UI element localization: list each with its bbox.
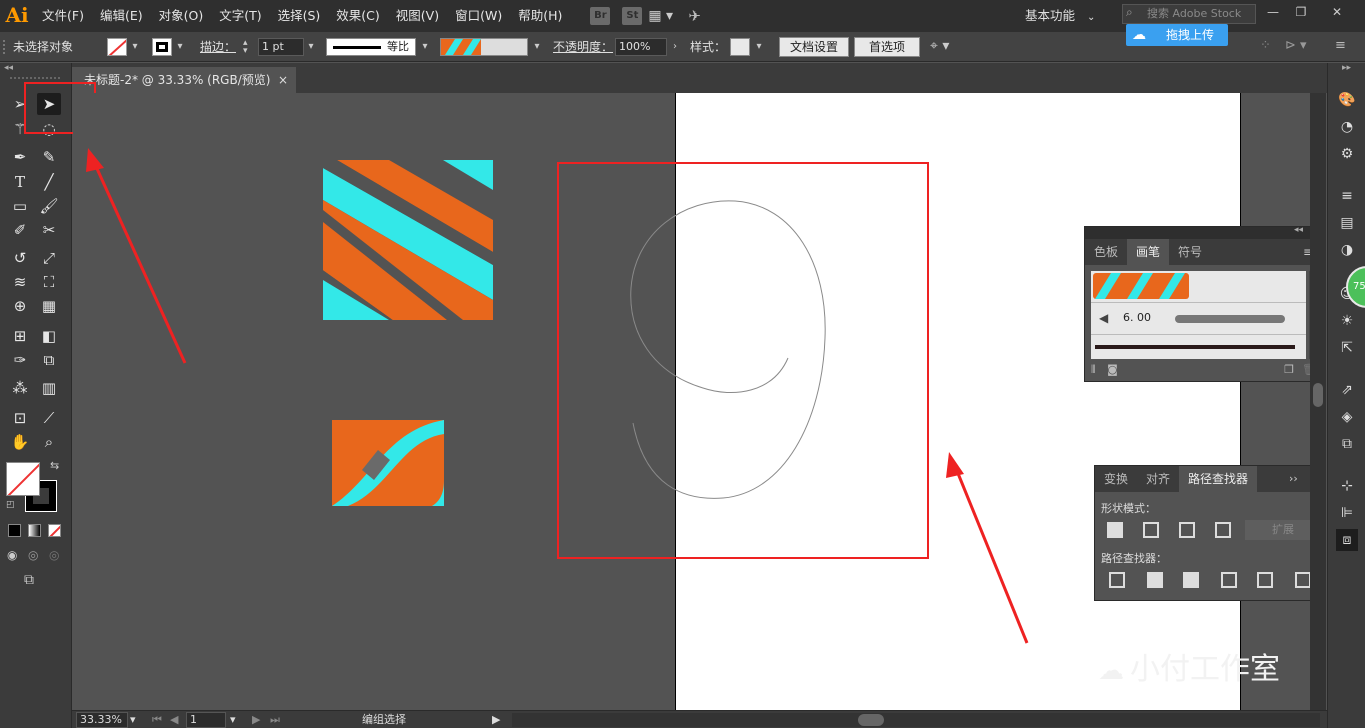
pathfinders-label: 路径查找器： <box>1101 552 1167 565</box>
exclude-icon[interactable] <box>1215 522 1231 538</box>
minus-front-icon[interactable] <box>1143 522 1159 538</box>
libraries-panel-icon[interactable]: ◙ <box>1107 363 1118 376</box>
asset-export-icon[interactable]: ⇗ <box>1336 379 1358 401</box>
right-panel-dock: ▸▸ 🎨 ◔ ⚙ ≡ ▤ ◑ ☺ ☀ ⇱ ⇗ ◈ ⧉ ⊹ ⊫ ⧈ <box>1327 63 1365 728</box>
new-brush-icon[interactable]: ❐ <box>1284 363 1294 376</box>
transform-panel-icon[interactable]: ⊹ <box>1336 475 1358 497</box>
color-guide-icon[interactable]: ◔ <box>1336 116 1358 138</box>
unite-icon[interactable] <box>1107 522 1123 538</box>
horizontal-scroll-thumb[interactable] <box>858 714 884 726</box>
vertical-scroll-thumb[interactable] <box>1313 383 1323 407</box>
outline-icon[interactable] <box>1257 572 1273 588</box>
cc-libraries-icon[interactable]: ⚙ <box>1336 143 1358 165</box>
first-artboard-icon[interactable]: ⏮ <box>152 711 162 728</box>
pattern-brush-item[interactable] <box>1091 271 1306 303</box>
panel-collapse-bar: ◂◂ ✕ <box>1085 225 1323 239</box>
align-panel-icon[interactable]: ⊫ <box>1336 502 1358 524</box>
intersect-icon[interactable] <box>1179 522 1195 538</box>
gradient-panel-icon[interactable]: ▤ <box>1336 212 1358 234</box>
next-artboard-icon[interactable]: ▶ <box>252 711 260 728</box>
brushes-panel: ◂◂ ✕ 色板 画笔 符号 ≡ ◀ 6. 00 <box>1084 225 1324 382</box>
dock-collapse-icon[interactable]: ▸▸ <box>1342 63 1351 73</box>
zoom-field[interactable]: 33.33% <box>76 712 128 728</box>
arrow-head-path <box>946 452 964 478</box>
tab-transform[interactable]: 变换 <box>1095 466 1137 492</box>
tab-brushes[interactable]: 画笔 <box>1127 239 1170 265</box>
arrow-head-selection-tool <box>86 148 104 172</box>
brush-libraries-icon[interactable]: ⫴ <box>1091 363 1096 376</box>
artboards-icon[interactable]: ⧉ <box>1336 433 1358 455</box>
side-progress-value: 75 <box>1353 281 1365 292</box>
tab-align[interactable]: 对齐 <box>1137 466 1179 492</box>
brush-panel-footer: ⫴ ◙ 🗑 ❐ <box>1091 363 1316 379</box>
minus-back-icon[interactable] <box>1295 572 1311 588</box>
artboard-dropdown-icon[interactable]: ▾ <box>230 711 236 728</box>
graphic-styles-icon[interactable]: ☀ <box>1336 310 1358 332</box>
brush-list: ◀ 6. 00 <box>1091 271 1306 359</box>
horizontal-scrollbar[interactable] <box>512 713 1320 727</box>
panel-expand-icon[interactable]: ›› <box>1289 466 1309 492</box>
brush-size-value: 6. 00 <box>1123 311 1151 324</box>
brush-stroke-preview <box>1175 315 1285 323</box>
shape-modes-label: 形状模式： <box>1101 502 1156 515</box>
calligraphic-brush-item[interactable]: ◀ 6. 00 <box>1091 303 1306 335</box>
status-menu-icon[interactable]: ▶ <box>492 711 500 728</box>
pattern-brush-thumbnail <box>1093 273 1189 299</box>
tab-swatches[interactable]: 色板 <box>1085 239 1127 265</box>
crop-icon[interactable] <box>1221 572 1237 588</box>
color-palette-icon[interactable]: 🎨 <box>1336 89 1358 111</box>
wechat-icon: ☁ <box>1098 656 1124 686</box>
current-tool-status: 编组选择 <box>362 713 406 726</box>
prev-artboard-icon[interactable]: ◀ <box>170 711 178 728</box>
charcoal-stroke-preview <box>1095 345 1295 349</box>
arrow-to-path <box>953 465 1029 644</box>
artboard-number: 1 <box>190 713 197 726</box>
collapse-icon[interactable]: ◂◂ <box>1294 225 1303 235</box>
zoom-value: 33.33% <box>80 713 122 726</box>
divide-icon[interactable] <box>1109 572 1125 588</box>
artboard-number-field[interactable]: 1 <box>186 712 226 728</box>
arrow-to-selection-tool <box>92 161 187 364</box>
export-icon[interactable]: ⇱ <box>1336 337 1358 359</box>
last-artboard-icon[interactable]: ⏭ <box>270 711 280 728</box>
stroke-panel-icon[interactable]: ≡ <box>1336 185 1358 207</box>
watermark-text: 小付工作室 <box>1130 652 1280 687</box>
vertical-scrollbar[interactable] <box>1310 93 1326 710</box>
layers-icon[interactable]: ◈ <box>1336 406 1358 428</box>
pathfinder-panel: 变换 对齐 路径查找器 ›› ≡ 形状模式： 扩展 路径查找器： <box>1094 465 1326 601</box>
zoom-dropdown-icon[interactable]: ▾ <box>130 711 136 728</box>
charcoal-brush-item[interactable] <box>1091 335 1306 359</box>
brush-size-icon: ◀ <box>1099 311 1109 325</box>
trim-icon[interactable] <box>1147 572 1163 588</box>
tab-pathfinder[interactable]: 路径查找器 <box>1179 466 1258 492</box>
brushes-panel-tabs: 色板 画笔 符号 ≡ <box>1085 239 1323 265</box>
pathfinder-panel-tabs: 变换 对齐 路径查找器 ›› ≡ <box>1095 466 1325 492</box>
merge-icon[interactable] <box>1183 572 1199 588</box>
pathfinder-panel-icon[interactable]: ⧈ <box>1336 529 1358 551</box>
transparency-icon[interactable]: ◑ <box>1336 239 1358 261</box>
tab-symbols[interactable]: 符号 <box>1169 239 1211 265</box>
status-bar: 33.33% ▾ ⏮ ◀ 1 ▾ ▶ ⏭ 编组选择 ▶ <box>72 710 1327 728</box>
watermark: ☁ 小付工作室 <box>1098 644 1280 688</box>
